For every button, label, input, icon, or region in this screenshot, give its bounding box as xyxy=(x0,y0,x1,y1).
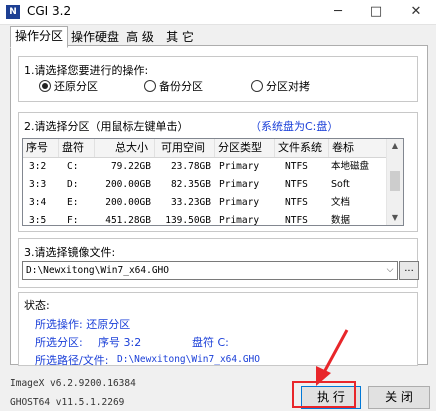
tab-disk-ops[interactable]: 操作硬盘 xyxy=(66,27,124,47)
status-path-value: D:\Newxitong\Win7_x64.GHO xyxy=(117,354,260,365)
cell-drive: F: xyxy=(67,215,79,225)
table-row[interactable]: 3:5 F: 451.28GB 139.50GB Primary NTFS 数据 xyxy=(23,212,387,225)
cell-drive: E: xyxy=(67,197,79,208)
image-file-group-title: 3.请选择镜像文件: xyxy=(24,246,116,259)
cell-label: 数据 xyxy=(331,215,351,225)
tab-partition-ops[interactable]: 操作分区 xyxy=(10,26,68,48)
scroll-thumb[interactable] xyxy=(390,171,400,191)
cell-index: 3:4 xyxy=(29,197,47,208)
cell-size: 200.00GB xyxy=(105,179,151,190)
cell-type: Primary xyxy=(219,179,260,190)
cell-free: 33.23GB xyxy=(170,197,211,208)
cell-drive: C: xyxy=(67,161,79,172)
status-path-label: 所选路径/文件: xyxy=(35,354,109,367)
radio-copy[interactable]: 分区对拷 xyxy=(251,80,310,94)
table-row[interactable]: 3:2 C: 79.22GB 23.78GB Primary NTFS 本地磁盘 xyxy=(23,158,387,176)
cell-fs: NTFS xyxy=(285,179,308,190)
ghost-version: GHOST64 v11.5.1.2269 xyxy=(10,397,125,408)
tab-advanced[interactable]: 高 级 xyxy=(120,27,160,47)
radio-copy-label: 分区对拷 xyxy=(266,80,310,93)
maximize-button[interactable]: □ xyxy=(356,0,396,24)
cell-free: 82.35GB xyxy=(170,179,211,190)
radio-restore[interactable]: 还原分区 xyxy=(39,80,98,94)
highlight-box xyxy=(292,381,356,408)
cell-index: 3:2 xyxy=(29,161,47,172)
cell-type: Primary xyxy=(219,215,260,225)
table-header: 序号 盘符 总大小 可用空间 分区类型 文件系统 卷标 xyxy=(23,139,387,158)
tab-other[interactable]: 其 它 xyxy=(160,27,200,47)
table-row[interactable]: 3:4 E: 200.00GB 33.23GB Primary NTFS 文档 xyxy=(23,194,387,212)
radio-backup-label: 备份分区 xyxy=(159,80,203,93)
status-title: 状态: xyxy=(24,299,50,312)
cell-fs: NTFS xyxy=(285,197,308,208)
table-row[interactable]: 3:3 D: 200.00GB 82.35GB Primary NTFS Sof… xyxy=(23,176,387,194)
status-partition-label: 所选分区: xyxy=(35,336,83,349)
cell-free: 23.78GB xyxy=(170,161,211,172)
radio-backup[interactable]: 备份分区 xyxy=(144,80,203,94)
table-scrollbar[interactable]: ▲ ▼ xyxy=(386,139,403,225)
image-path-value: D:\Newxitong\Win7_x64.GHO xyxy=(26,265,169,276)
cell-type: Primary xyxy=(219,161,260,172)
close-window-button[interactable]: ✕ xyxy=(396,0,436,24)
cell-size: 200.00GB xyxy=(105,197,151,208)
partition-table: 序号 盘符 总大小 可用空间 分区类型 文件系统 卷标 3:2 C: 79.22… xyxy=(22,138,404,226)
cell-type: Primary xyxy=(219,197,260,208)
cell-label: 本地磁盘 xyxy=(331,161,370,172)
scroll-up-icon[interactable]: ▲ xyxy=(387,139,403,153)
imagex-version: ImageX v6.2.9200.16384 xyxy=(10,378,136,389)
close-button[interactable]: 关 闭 xyxy=(368,386,430,409)
window-title: CGI 3.2 xyxy=(27,4,72,18)
title-bar: N CGI 3.2 ─ □ ✕ xyxy=(0,0,436,25)
cell-free: 139.50GB xyxy=(165,215,211,225)
chevron-down-icon[interactable]: ⌵ xyxy=(383,262,397,279)
radio-unselected-icon xyxy=(251,80,263,92)
scroll-down-icon[interactable]: ▼ xyxy=(387,211,403,225)
app-logo-icon: N xyxy=(6,5,20,19)
column-header[interactable]: 文件系统 xyxy=(275,139,329,157)
image-path-combobox[interactable]: D:\Newxitong\Win7_x64.GHO ⌵ xyxy=(22,261,398,280)
cell-size: 79.22GB xyxy=(110,161,151,172)
status-partition-drive: 盘符 C: xyxy=(192,336,229,349)
cell-size: 451.28GB xyxy=(105,215,151,225)
cell-index: 3:5 xyxy=(29,215,47,225)
column-header[interactable]: 总大小 xyxy=(95,139,155,157)
minimize-button[interactable]: ─ xyxy=(318,0,358,24)
partition-group-title: 2.请选择分区（用鼠标左键单击） xyxy=(24,120,189,133)
status-operation: 所选操作: 还原分区 xyxy=(35,318,131,331)
cell-index: 3:3 xyxy=(29,179,47,190)
column-header[interactable]: 盘符 xyxy=(59,139,95,157)
status-path-wrap: D:\Newxitong\Win7_x64.GHO xyxy=(117,352,260,365)
cell-label: 文档 xyxy=(331,197,351,208)
column-header[interactable]: 卷标 xyxy=(329,139,387,157)
radio-restore-label: 还原分区 xyxy=(54,80,98,93)
column-header[interactable]: 可用空间 xyxy=(155,139,215,157)
cell-label: Soft xyxy=(331,179,350,190)
column-header[interactable]: 分区类型 xyxy=(215,139,275,157)
browse-button[interactable]: ... xyxy=(399,261,419,280)
radio-selected-icon xyxy=(39,80,51,92)
system-drive-hint: （系统盘为C:盘） xyxy=(250,120,339,133)
radio-unselected-icon xyxy=(144,80,156,92)
cell-drive: D: xyxy=(67,179,79,190)
cell-fs: NTFS xyxy=(285,215,308,225)
operation-group-title: 1.请选择您要进行的操作: xyxy=(24,64,149,77)
cell-fs: NTFS xyxy=(285,161,308,172)
column-header[interactable]: 序号 xyxy=(23,139,59,157)
status-partition-num: 序号 3:2 xyxy=(98,336,142,349)
